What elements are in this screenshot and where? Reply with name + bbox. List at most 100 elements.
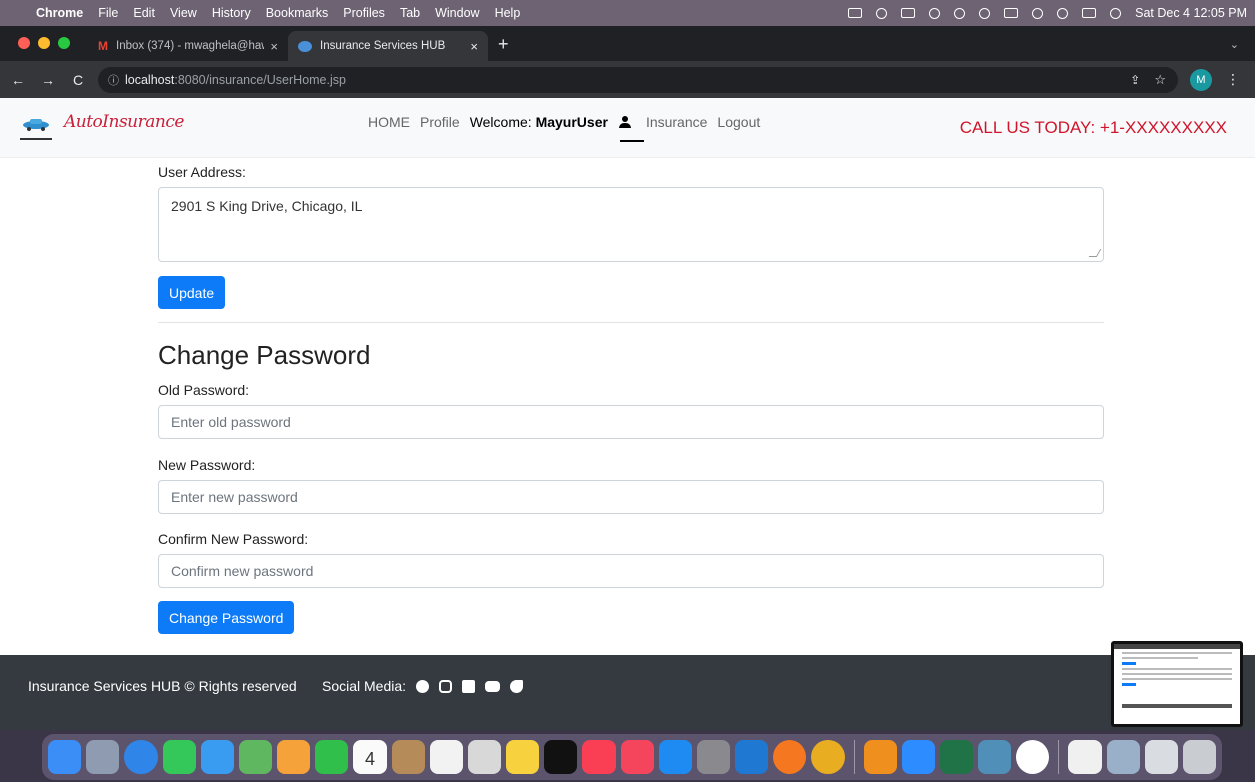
trash-icon[interactable] — [1182, 740, 1217, 774]
siri-icon[interactable] — [1110, 7, 1122, 19]
bookmark-star-icon[interactable]: ☆ — [1154, 72, 1166, 88]
browser-toolbar: ← → C ⓘ localhost :8080/insurance/UserHo… — [0, 61, 1255, 98]
mongodb-icon[interactable] — [1016, 740, 1050, 774]
wifi-icon[interactable] — [1032, 7, 1044, 19]
section-divider — [158, 322, 1104, 323]
safari-icon[interactable] — [124, 740, 158, 774]
profile-avatar[interactable]: M — [1190, 68, 1212, 91]
tab-insurance-hub[interactable]: Insurance Services HUB × — [288, 31, 488, 61]
thumbnail-line — [1122, 678, 1232, 680]
menu-view[interactable]: View — [170, 6, 197, 20]
welcome-text: Welcome: MayurUser — [470, 114, 608, 130]
volume-icon[interactable] — [954, 7, 966, 19]
user-address-textarea[interactable]: 2901 S King Drive, Chicago, IL — [158, 187, 1104, 262]
finder-icon[interactable] — [48, 740, 82, 774]
address-bar[interactable]: ⓘ localhost :8080/insurance/UserHome.jsp… — [98, 66, 1178, 93]
user-icon[interactable] — [618, 115, 632, 129]
excel-icon[interactable] — [939, 740, 974, 774]
news-icon[interactable] — [620, 740, 654, 774]
mysql-workbench-icon[interactable] — [978, 740, 1012, 774]
chrome-icon[interactable] — [811, 740, 845, 774]
downloads-icon[interactable] — [1106, 740, 1140, 774]
photos-icon[interactable] — [277, 740, 311, 774]
linkedin-icon[interactable] — [462, 679, 476, 693]
brand-logo-text[interactable]: AutoInsurance — [64, 112, 184, 132]
settings-icon[interactable] — [696, 740, 731, 774]
resize-handle-icon[interactable] — [1088, 249, 1102, 257]
menu-edit[interactable]: Edit — [133, 6, 155, 20]
appstore-icon[interactable] — [658, 740, 692, 774]
close-tab-icon[interactable]: × — [270, 39, 278, 54]
menu-app-chrome[interactable]: Chrome — [36, 6, 83, 20]
spotlight-search-icon[interactable] — [1057, 7, 1069, 19]
calendar-icon[interactable]: 4 — [353, 740, 387, 774]
cloud-icon[interactable] — [876, 7, 888, 19]
instagram-icon[interactable] — [439, 679, 453, 693]
confirm-password-label: Confirm New Password: — [158, 531, 309, 547]
maximize-window-button[interactable] — [58, 37, 70, 49]
old-password-input[interactable] — [158, 405, 1104, 439]
launchpad-icon[interactable] — [86, 740, 120, 774]
nav-profile-link[interactable]: Profile — [420, 114, 460, 130]
vscode-icon[interactable] — [735, 740, 769, 774]
menubar-clock[interactable]: Sat Dec 4 12:05 PM — [1135, 6, 1247, 20]
user-address-label: User Address: — [158, 164, 246, 180]
menu-window[interactable]: Window — [435, 6, 479, 20]
messages-icon[interactable] — [162, 740, 196, 774]
menu-tab[interactable]: Tab — [400, 6, 420, 20]
contacts-icon[interactable] — [391, 740, 425, 774]
tab-search-chevron-icon[interactable]: ⌄ — [1214, 38, 1255, 61]
menu-file[interactable]: File — [98, 6, 118, 20]
menu-profiles[interactable]: Profiles — [343, 6, 385, 20]
control-center-icon[interactable] — [1082, 8, 1097, 18]
battery-status-icon[interactable] — [1004, 8, 1019, 18]
battery-icon[interactable] — [901, 8, 916, 18]
notes-icon[interactable] — [506, 740, 540, 774]
nav-insurance-link[interactable]: Insurance — [646, 114, 707, 130]
zoom-icon[interactable] — [901, 740, 935, 774]
menu-help[interactable]: Help — [495, 6, 521, 20]
screen-record-icon[interactable] — [848, 8, 863, 18]
reminders-icon[interactable] — [429, 740, 463, 774]
youtube-icon[interactable] — [485, 680, 501, 692]
share-icon[interactable]: ⇪ — [1130, 73, 1140, 87]
change-password-button[interactable]: Change Password — [158, 601, 295, 634]
screenshot-icon[interactable] — [467, 740, 502, 774]
update-button[interactable]: Update — [158, 276, 226, 309]
forward-arrow-icon[interactable]: → — [36, 72, 60, 88]
back-arrow-icon[interactable]: ← — [6, 72, 30, 88]
more-menu-icon[interactable]: ⋮ — [1226, 71, 1240, 88]
facebook-icon[interactable] — [416, 679, 430, 693]
confirm-password-input[interactable] — [158, 554, 1104, 588]
minimize-window-button[interactable] — [38, 37, 50, 49]
tab-gmail-inbox[interactable]: M Inbox (374) - mwaghela@hawk × — [88, 31, 288, 61]
new-password-input[interactable] — [158, 480, 1104, 514]
tv-icon[interactable] — [544, 740, 578, 774]
play-icon[interactable] — [929, 7, 941, 19]
maps-icon[interactable] — [238, 740, 273, 774]
new-tab-button[interactable]: + — [488, 34, 519, 61]
mail-icon[interactable] — [200, 740, 234, 774]
sublime-icon[interactable] — [863, 740, 897, 774]
close-window-button[interactable] — [18, 37, 30, 49]
dock-separator — [1058, 740, 1060, 774]
nav-logout-link[interactable]: Logout — [717, 114, 760, 130]
firefox-icon[interactable] — [773, 740, 807, 774]
reload-icon[interactable]: C — [66, 72, 90, 88]
menu-history[interactable]: History — [212, 6, 251, 20]
music-icon[interactable] — [582, 740, 616, 774]
preview-icon[interactable] — [1068, 740, 1102, 774]
bluetooth-icon[interactable] — [979, 7, 991, 19]
documents-icon[interactable] — [1144, 740, 1178, 774]
thumbnail-footer — [1122, 704, 1232, 708]
car-logo-icon[interactable] — [22, 116, 50, 132]
welcome-username: MayurUser — [535, 114, 608, 130]
screenshot-thumbnail-preview[interactable] — [1111, 641, 1243, 727]
old-password-label: Old Password: — [158, 382, 250, 398]
close-tab-icon[interactable]: × — [470, 39, 478, 54]
facetime-icon[interactable] — [315, 740, 349, 774]
nav-home-link[interactable]: HOME — [368, 114, 410, 130]
site-info-icon[interactable]: ⓘ — [108, 72, 119, 88]
twitter-icon[interactable] — [510, 679, 524, 693]
menu-bookmarks[interactable]: Bookmarks — [266, 6, 329, 20]
